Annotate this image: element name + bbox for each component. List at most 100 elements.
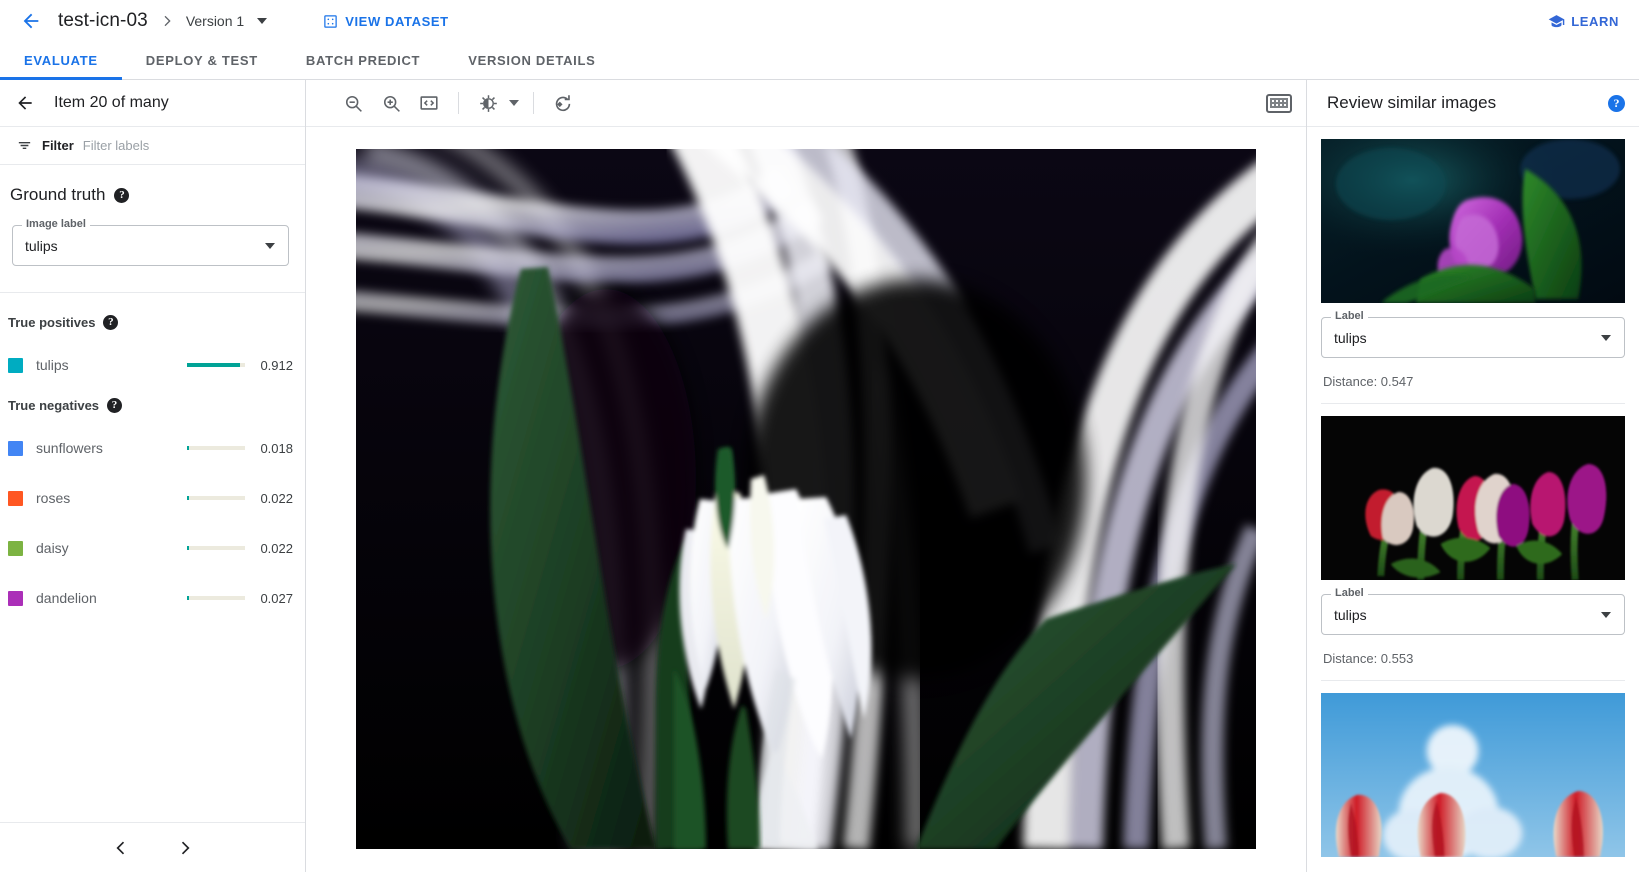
tab-evaluate[interactable]: EVALUATE: [0, 42, 122, 79]
image-viewer-panel: [306, 80, 1306, 872]
score-bar-fill: [187, 446, 189, 450]
ground-truth-title-row: Ground truth ?: [10, 185, 293, 205]
filter-list-icon[interactable]: [16, 137, 33, 154]
filter-row: Filter: [0, 127, 305, 165]
score-row[interactable]: tulips 0.912: [0, 340, 305, 390]
item-pagination: [0, 822, 305, 872]
score-label: dandelion: [36, 590, 187, 606]
score-value: 0.022: [259, 491, 293, 506]
image-label-value: tulips: [25, 238, 58, 254]
learn-button[interactable]: LEARN: [1548, 13, 1625, 30]
zoom-out-icon[interactable]: [334, 84, 372, 122]
app-root: test-icn-03 Version 1 VIEW DATASET: [0, 0, 1639, 872]
similar-distance: Distance: 0.553: [1323, 651, 1625, 666]
previous-item-chevron-left-icon[interactable]: [103, 830, 139, 866]
version-chevron-down-icon[interactable]: [257, 18, 267, 24]
score-bar-track: [187, 446, 245, 450]
ground-truth-title: Ground truth: [10, 185, 105, 205]
true-positives-help-icon[interactable]: ?: [103, 315, 118, 330]
fit-to-width-icon[interactable]: [410, 84, 448, 122]
similar-label-chevron-down-icon[interactable]: [1601, 335, 1611, 341]
zoom-in-icon[interactable]: [372, 84, 410, 122]
filter-label: Filter: [42, 138, 74, 153]
score-label: daisy: [36, 540, 187, 556]
keyboard-glyph: [1270, 98, 1288, 108]
left-panel: Item 20 of many Filter Ground truth ? Im…: [0, 80, 306, 872]
score-label: sunflowers: [36, 440, 187, 456]
scores-section: True positives ? tulips 0.912 True negat…: [0, 293, 305, 623]
tab-bar: EVALUATE DEPLOY & TEST BATCH PREDICT VER…: [0, 42, 1639, 80]
tulip-bouquet-thumbnail[interactable]: [1321, 416, 1625, 580]
learn-label: LEARN: [1571, 14, 1619, 29]
image-label-select[interactable]: Image label tulips: [12, 225, 289, 266]
red-white-tulips-sky-thumbnail[interactable]: [1321, 693, 1625, 857]
similar-label-select[interactable]: Label tulips: [1321, 594, 1625, 635]
main-body: Item 20 of many Filter Ground truth ? Im…: [0, 80, 1639, 872]
label-color-swatch: [8, 441, 23, 456]
brightness-chevron-down-icon[interactable]: [509, 100, 519, 106]
similar-label-value: tulips: [1334, 607, 1367, 623]
right-panel-title: Review similar images: [1327, 93, 1496, 113]
right-panel-header: Review similar images ?: [1307, 80, 1639, 127]
purple-tulip-thumbnail[interactable]: [1321, 139, 1625, 303]
top-bar: test-icn-03 Version 1 VIEW DATASET: [0, 0, 1639, 42]
similar-image-card: Label tulips Distance: 0.547: [1321, 127, 1625, 404]
image-toolbar: [306, 80, 1306, 127]
score-value: 0.027: [259, 591, 293, 606]
similar-label-legend: Label: [1331, 310, 1368, 322]
reset-rotate-icon[interactable]: [544, 84, 582, 122]
score-row[interactable]: roses 0.022: [0, 473, 305, 523]
score-bar-track: [187, 363, 245, 367]
tab-deploy-and-test[interactable]: DEPLOY & TEST: [122, 42, 282, 79]
similar-label-chevron-down-icon[interactable]: [1601, 612, 1611, 618]
label-color-swatch: [8, 491, 23, 506]
true-negatives-help-icon[interactable]: ?: [107, 398, 122, 413]
true-positives-title-row: True positives ?: [8, 315, 305, 330]
white-tulip-photo: [356, 149, 1256, 849]
true-negatives-title-row: True negatives ?: [8, 398, 305, 413]
page-title: test-icn-03: [58, 10, 148, 32]
view-dataset-button[interactable]: VIEW DATASET: [323, 14, 449, 29]
score-label: tulips: [36, 357, 187, 373]
score-value: 0.022: [259, 541, 293, 556]
filter-labels-input[interactable]: [83, 138, 305, 153]
graduation-cap-icon: [1548, 13, 1565, 30]
right-panel: Review similar images ?: [1306, 80, 1639, 872]
breadcrumb-separator: [159, 13, 175, 29]
label-color-swatch: [8, 541, 23, 556]
true-positives-title: True positives: [8, 315, 95, 330]
score-row[interactable]: daisy 0.022: [0, 523, 305, 573]
score-bar-fill: [187, 496, 189, 500]
brightness-contrast-icon[interactable]: [469, 84, 507, 122]
toolbar-divider: [533, 92, 534, 114]
back-arrow-icon[interactable]: [14, 4, 48, 38]
label-color-swatch: [8, 591, 23, 606]
score-row[interactable]: sunflowers 0.018: [0, 423, 305, 473]
true-negatives-title: True negatives: [8, 398, 99, 413]
label-color-swatch: [8, 358, 23, 373]
keyboard-shortcuts-icon[interactable]: [1266, 94, 1292, 113]
ground-truth-section: Ground truth ? Image label tulips: [0, 165, 305, 266]
similar-images-list[interactable]: Label tulips Distance: 0.547: [1307, 127, 1639, 872]
score-value: 0.912: [259, 358, 293, 373]
view-dataset-label: VIEW DATASET: [345, 14, 449, 29]
score-bar-fill: [187, 363, 240, 367]
score-bar-fill: [187, 546, 189, 550]
main-image[interactable]: [356, 149, 1256, 849]
item-back-arrow-icon[interactable]: [10, 88, 40, 118]
similar-image-card: [1321, 681, 1625, 857]
next-item-chevron-right-icon[interactable]: [167, 830, 203, 866]
score-row[interactable]: dandelion 0.027: [0, 573, 305, 623]
image-label-chevron-down-icon[interactable]: [265, 243, 275, 249]
version-label: Version 1: [186, 13, 244, 29]
score-label: roses: [36, 490, 187, 506]
similar-distance: Distance: 0.547: [1323, 374, 1625, 389]
score-bar-track: [187, 496, 245, 500]
similar-label-select[interactable]: Label tulips: [1321, 317, 1625, 358]
ground-truth-help-icon[interactable]: ?: [114, 188, 129, 203]
tab-version-details[interactable]: VERSION DETAILS: [444, 42, 619, 79]
item-header: Item 20 of many: [0, 80, 305, 127]
tab-batch-predict[interactable]: BATCH PREDICT: [282, 42, 444, 79]
review-similar-help-icon[interactable]: ?: [1608, 95, 1625, 112]
score-value: 0.018: [259, 441, 293, 456]
